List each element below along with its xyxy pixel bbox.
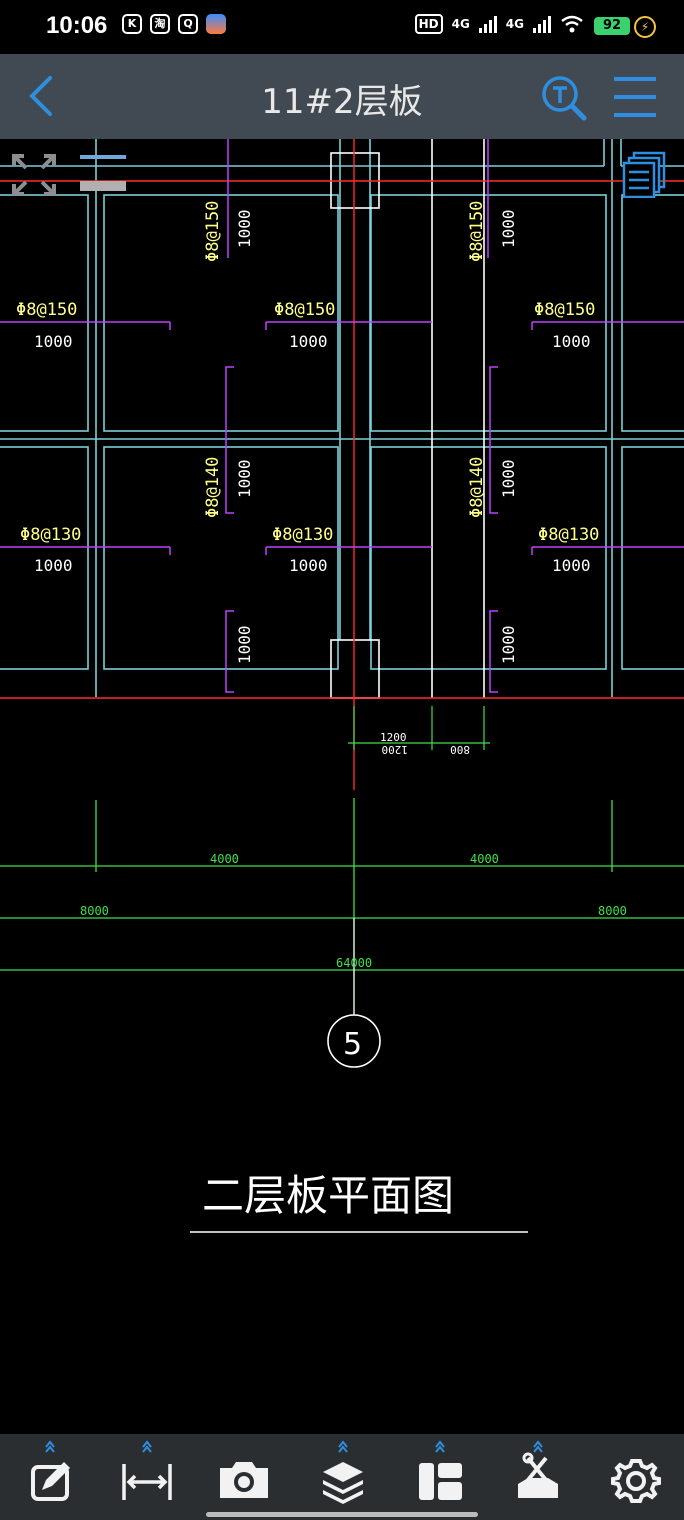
drawing-title: 二层板平面图 (202, 1171, 454, 1220)
layout-icon (419, 1463, 462, 1500)
length-label: 1000 (499, 625, 518, 664)
dimension-label: 800 (450, 743, 470, 756)
toolbox-icon (518, 1452, 558, 1498)
expand-up-icon (533, 1440, 543, 1453)
length-label: 1000 (235, 625, 254, 664)
app-badge-icon: K (122, 14, 142, 34)
length-label: 1000 (552, 556, 591, 575)
rebar-lines (0, 139, 684, 693)
dimension-label: 1200 (380, 731, 407, 744)
settings-button[interactable] (596, 1434, 676, 1520)
rebar-label: Φ8@150 (203, 201, 223, 262)
measure-icon (122, 1464, 172, 1500)
status-indicators: HD 4G 4G (414, 14, 584, 34)
length-label: 1000 (499, 459, 518, 498)
rebar-label: Φ8@130 (20, 525, 81, 545)
dimension-label: 1200 (382, 743, 409, 756)
gear-icon (611, 1459, 661, 1503)
slab-panels (0, 139, 684, 697)
app-badge-icon: Q (178, 14, 198, 34)
rebar-label: Φ8@150 (274, 300, 335, 320)
dimension-label: 4000 (470, 852, 499, 866)
length-label: 1000 (235, 459, 254, 498)
dimension-label: 4000 (210, 852, 239, 866)
rebar-label: Φ8@130 (272, 525, 333, 545)
dimension-label: 8000 (80, 904, 109, 918)
length-label: 1000 (34, 556, 73, 575)
line-weight-icon[interactable] (78, 152, 128, 196)
measure-button[interactable] (107, 1434, 187, 1520)
wifi-icon (561, 15, 583, 33)
bottom-toolbar (0, 1434, 684, 1520)
camera-icon (220, 1462, 268, 1498)
battery-icon: 92 (594, 17, 630, 35)
axis-lines (0, 139, 684, 790)
menu-icon[interactable] (610, 74, 660, 120)
expand-up-icon (435, 1440, 445, 1453)
signal-icon (533, 15, 551, 33)
expand-up-icon (338, 1440, 348, 1453)
length-labels: 1000 1000 1000 1000 1000 1000 1000 1000 … (34, 209, 591, 664)
rebar-label: Φ8@130 (538, 525, 599, 545)
status-bar: 10:06 K 淘 Q HD 4G 4G 92 ⚡ (0, 0, 684, 54)
axis-label: 5 (343, 1027, 362, 1062)
axis-bubble: 5 (327, 1014, 381, 1068)
expand-up-icon (45, 1440, 55, 1453)
layers-icon (323, 1462, 363, 1504)
length-label: 1000 (552, 332, 591, 351)
text-search-icon[interactable] (540, 74, 588, 122)
home-indicator (206, 1512, 478, 1517)
status-app-icons: K 淘 Q (122, 14, 226, 34)
length-label: 1000 (289, 332, 328, 351)
rebar-label: Φ8@140 (203, 457, 223, 518)
app-badge-icon: 淘 (150, 14, 170, 34)
cad-drawing-canvas[interactable]: Φ8@150 Φ8@150 Φ8@150 Φ8@130 Φ8@130 Φ8@13… (0, 139, 684, 1434)
length-label: 1000 (34, 332, 73, 351)
hd-icon: HD (414, 14, 443, 34)
rebar-label: Φ8@150 (534, 300, 595, 320)
expand-up-icon (142, 1440, 152, 1453)
network-label: 4G (505, 17, 524, 31)
rebar-label: Φ8@140 (467, 457, 487, 518)
layout-list-icon[interactable] (620, 150, 668, 198)
network-label: 4G (451, 17, 470, 31)
layers-button[interactable] (303, 1434, 383, 1520)
length-label: 1000 (289, 556, 328, 575)
app-badge-icon (206, 14, 226, 34)
length-label: 1000 (499, 209, 518, 248)
app-bar: 11#2层板 (0, 54, 684, 139)
layout-button[interactable] (400, 1434, 480, 1520)
fullscreen-icon[interactable] (10, 152, 58, 198)
annotate-button[interactable] (10, 1434, 90, 1520)
tools-button[interactable] (498, 1434, 578, 1520)
length-label: 1000 (235, 209, 254, 248)
dimension-label: 8000 (598, 904, 627, 918)
signal-icon (478, 15, 497, 33)
dimension-label: 64000 (336, 956, 372, 970)
rebar-label: Φ8@150 (16, 300, 77, 320)
rebar-label: Φ8@150 (467, 201, 487, 262)
charging-icon: ⚡ (634, 16, 656, 38)
status-time: 10:06 (46, 12, 108, 39)
camera-button[interactable] (204, 1434, 284, 1520)
